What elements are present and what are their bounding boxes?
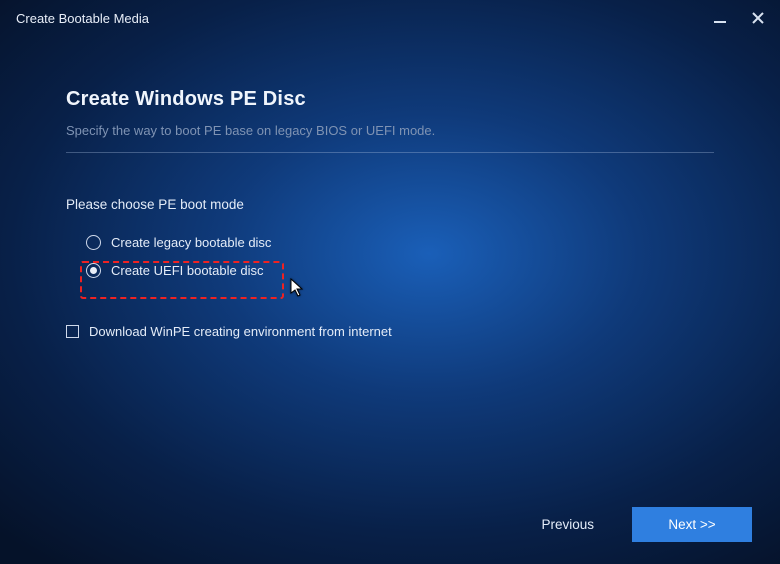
radio-label: Create UEFI bootable disc: [111, 263, 263, 278]
content-area: Create Windows PE Disc Specify the way t…: [0, 36, 780, 339]
next-button[interactable]: Next >>: [632, 507, 752, 542]
radio-icon: [86, 235, 101, 250]
previous-button[interactable]: Previous: [531, 509, 604, 540]
page-heading: Create Windows PE Disc: [66, 88, 714, 111]
radio-label: Create legacy bootable disc: [111, 235, 271, 250]
divider: [66, 152, 714, 153]
radio-uefi-bootable[interactable]: Create UEFI bootable disc: [86, 256, 714, 284]
download-winpe-checkbox[interactable]: Download WinPE creating environment from…: [66, 324, 714, 339]
window-controls: [712, 10, 766, 26]
radio-legacy-bootable[interactable]: Create legacy bootable disc: [86, 228, 714, 256]
boot-mode-radio-group: Create legacy bootable disc Create UEFI …: [66, 228, 714, 284]
page-subheading: Specify the way to boot PE base on legac…: [66, 123, 714, 138]
minimize-button[interactable]: [712, 10, 728, 26]
titlebar: Create Bootable Media: [0, 0, 780, 36]
footer-buttons: Previous Next >>: [531, 507, 752, 542]
checkbox-label: Download WinPE creating environment from…: [89, 324, 392, 339]
checkbox-icon: [66, 325, 79, 338]
window-title: Create Bootable Media: [16, 11, 149, 26]
boot-mode-label: Please choose PE boot mode: [66, 197, 714, 212]
close-button[interactable]: [750, 10, 766, 26]
radio-icon: [86, 263, 101, 278]
